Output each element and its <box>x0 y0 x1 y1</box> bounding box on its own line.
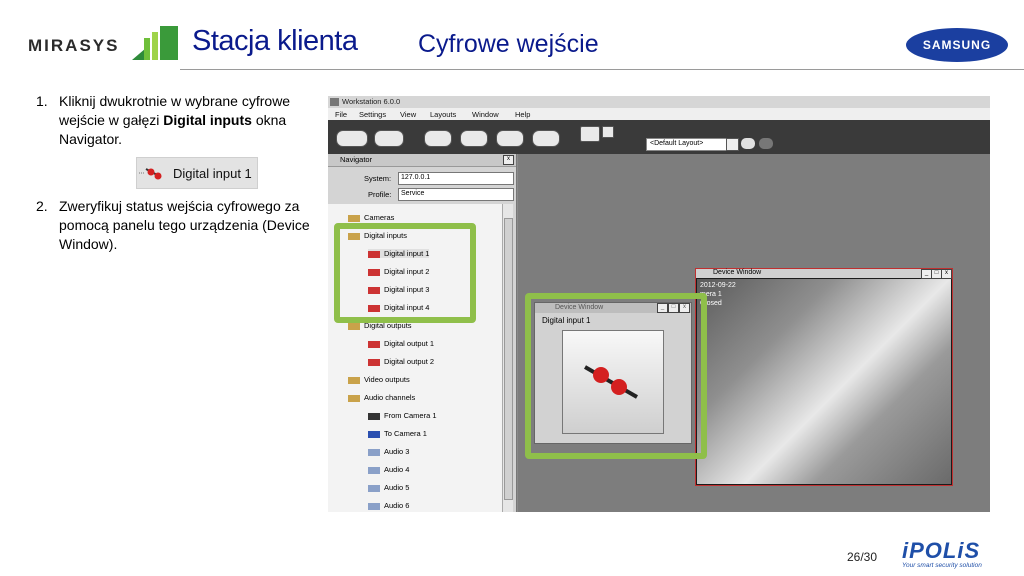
navigator-header: Navigator x <box>328 154 516 167</box>
digital-output-icon <box>368 358 380 366</box>
ipolis-tagline: Your smart security solution <box>902 562 982 569</box>
highlight-digital-inputs <box>334 223 476 323</box>
microphone-icon <box>368 430 380 438</box>
device-window-camera-header: Device Window _ □ x <box>696 269 952 279</box>
workstation-screenshot: Workstation 6.0.0 File Settings View Lay… <box>328 96 990 512</box>
grid-layout-button[interactable] <box>580 126 600 142</box>
slide-title: Stacja klienta <box>192 25 358 57</box>
app-titlebar: Workstation 6.0.0 <box>328 96 990 108</box>
menu-settings[interactable]: Settings <box>359 110 386 119</box>
scrollbar-thumb[interactable] <box>504 218 513 500</box>
info-button[interactable] <box>532 130 560 147</box>
folder-icon <box>348 376 360 384</box>
ptz-move-button[interactable] <box>336 130 368 147</box>
folder-icon <box>348 322 360 330</box>
ipolis-logo: iPOLiS <box>902 538 981 563</box>
navigator-panel: Navigator x System: 127.0.0.1 Profile: S… <box>328 154 517 512</box>
device-window-camera[interactable]: Device Window _ □ x 2012-09-22 mera 1 Cl… <box>695 268 953 486</box>
page-number: 26/30 <box>847 550 878 564</box>
menu-view[interactable]: View <box>400 110 416 119</box>
audio-icon <box>368 484 380 492</box>
speaker-icon <box>368 412 380 420</box>
menu-window[interactable]: Window <box>472 110 499 119</box>
speaker-button[interactable] <box>374 130 404 147</box>
step-1: 1. Kliknij dwukrotnie w wybrane cyfrowe … <box>36 93 291 147</box>
tree-item-audio-3[interactable]: Audio 3 <box>368 447 409 456</box>
record-button[interactable] <box>460 130 488 147</box>
tree-item-digital-output-1[interactable]: Digital output 1 <box>368 339 434 348</box>
slide-subtitle: Cyfrowe wejście <box>418 30 599 58</box>
layout-save-button[interactable] <box>741 138 755 149</box>
digital-input-icon <box>139 168 162 180</box>
folder-icon <box>348 394 360 402</box>
tree-item-audio-channels[interactable]: Audio channels <box>348 393 415 402</box>
step-2: 2. Zweryfikuj status wejścia cyfrowego z… <box>36 198 310 252</box>
audio-icon <box>368 466 380 474</box>
samsung-logo: SAMSUNG <box>906 28 1008 62</box>
navigator-close-icon[interactable]: x <box>503 155 514 165</box>
digital-output-icon <box>368 340 380 348</box>
camera-image <box>697 279 951 484</box>
navigator-scrollbar[interactable] <box>502 204 513 512</box>
highlight-device-window <box>525 293 707 459</box>
audio-icon <box>368 448 380 456</box>
folder-icon <box>348 214 360 222</box>
mirasys-logo-text: MIRASYS <box>28 36 120 55</box>
layout-delete-button[interactable] <box>759 138 773 149</box>
menu-file[interactable]: File <box>335 110 347 119</box>
layout-select[interactable]: <Default Layout> <box>646 138 728 151</box>
audio-icon <box>368 502 380 510</box>
tree-item-digital-output-2[interactable]: Digital output 2 <box>368 357 434 366</box>
instruction-list: 1. Kliknij dwukrotnie w wybrane cyfrowe … <box>36 92 324 262</box>
tree-item-audio-6[interactable]: Audio 6 <box>368 501 409 510</box>
tree-item-cameras[interactable]: Cameras <box>348 213 394 222</box>
alarm-button[interactable] <box>496 130 524 147</box>
system-select[interactable]: 127.0.0.1 <box>398 172 514 185</box>
app-icon <box>330 98 339 106</box>
grid-dropdown-button[interactable] <box>602 126 614 138</box>
layout-dropdown-icon[interactable] <box>726 138 739 151</box>
header-divider <box>180 69 1024 70</box>
tree-item-to-camera-1[interactable]: To Camera 1 <box>368 429 427 438</box>
tree-item-audio-4[interactable]: Audio 4 <box>368 465 409 474</box>
menu-layouts[interactable]: Layouts <box>430 110 456 119</box>
mirasys-logo-icon <box>132 26 178 60</box>
digital-input-sample: Digital input 1 <box>136 157 258 189</box>
tree-item-video-outputs[interactable]: Video outputs <box>348 375 410 384</box>
tree-item-audio-5[interactable]: Audio 5 <box>368 483 409 492</box>
menu-bar: File Settings View Layouts Window Help <box>328 108 990 120</box>
profile-select[interactable]: Service <box>398 188 514 201</box>
close-icon[interactable]: x <box>941 269 952 279</box>
binoculars-button[interactable] <box>424 130 452 147</box>
menu-help[interactable]: Help <box>515 110 530 119</box>
tree-item-from-camera-1[interactable]: From Camera 1 <box>368 411 437 420</box>
